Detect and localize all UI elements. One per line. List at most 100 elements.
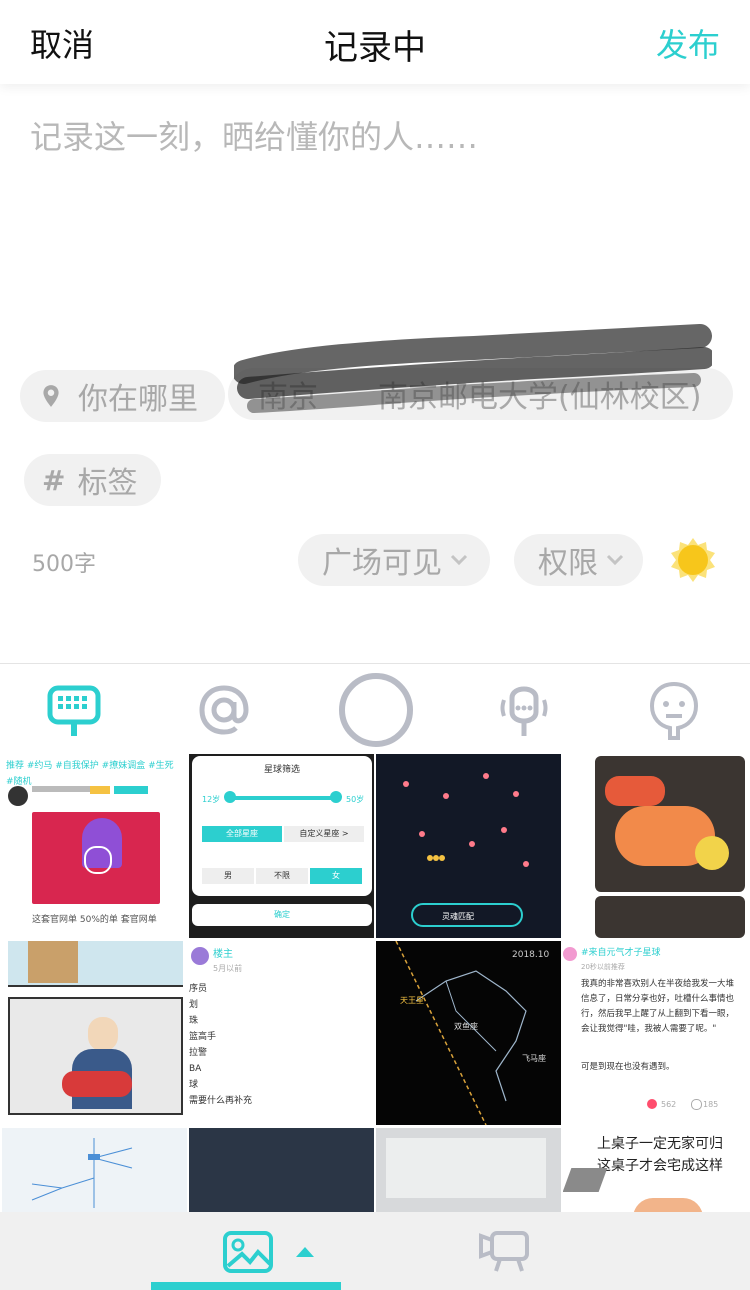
shrimp: [605, 776, 665, 806]
age-slider: [228, 796, 336, 800]
visibility-label: 广场可见: [322, 546, 442, 581]
publish-button[interactable]: 发布: [656, 20, 720, 66]
filter-dialog: 星球筛选 12岁 50岁 全部星座 自定义星座 > 男 不限 女: [192, 756, 372, 896]
post-text: 可是到现在也没有遇到。: [581, 1062, 675, 1072]
food-photo: [595, 756, 745, 892]
image-icon[interactable]: [222, 1230, 274, 1274]
gender-female: 女: [310, 868, 362, 884]
location-chip[interactable]: 你在哪里: [20, 370, 225, 422]
custom-signs: 自定义星座 >: [284, 826, 364, 842]
location-city: 南京: [258, 380, 318, 415]
chevron-down-icon: [606, 554, 624, 566]
emoji-tool[interactable]: [642, 678, 706, 742]
tag-label: 标签: [77, 466, 138, 501]
location-suggestion-chip[interactable]: 南京 南京邮电大学(仙林校区): [228, 368, 733, 420]
compose-textarea[interactable]: 记录这一刻，晒给懂你的人……: [30, 112, 720, 312]
badge: [114, 786, 148, 794]
voice-tool[interactable]: [492, 678, 556, 742]
location-label: 你在哪里: [78, 382, 198, 417]
keyboard-tool[interactable]: [42, 678, 106, 742]
star-label: 天王星: [400, 996, 424, 1005]
dialog-title: 星球筛选: [263, 765, 300, 775]
screen-photo: [386, 1138, 546, 1198]
tag-chip[interactable]: # 标签: [24, 454, 161, 506]
post-line: 划: [189, 1000, 199, 1010]
slider-handle: [224, 791, 236, 803]
permission-label: 权限: [538, 546, 598, 581]
circle-icon: [339, 673, 413, 747]
post-time: 20秒以前推荐: [581, 963, 625, 971]
badge: [90, 786, 110, 794]
post-line: 需要什么再补充: [189, 1096, 253, 1106]
header-bar: 取消 记录中 发布: [0, 0, 750, 84]
photo-gallery: 推荐 #约马 #自我保护 #撩妹调盒 #生死 #随机 这套官网单 50%的单 套…: [0, 753, 750, 1213]
post-text: 我真的非常喜欢别人在半夜给我发一大堆信息了，日常分享也好，吐槽什么事情也行，然后…: [581, 979, 735, 1034]
photo-thumb[interactable]: 楼主 5月以前 序员 划 珠 篮高手 拉警 BA 球 需要什么再补充: [189, 941, 374, 1125]
photo-thumb[interactable]: [2, 941, 187, 1125]
input-toolbar: [0, 663, 750, 754]
post-line: BA: [189, 1064, 202, 1074]
active-tab-indicator: [151, 1282, 341, 1290]
confirm-button: 确定: [192, 904, 372, 926]
caret-up-icon[interactable]: [295, 1246, 315, 1258]
word-count: 500字: [32, 552, 96, 577]
microphone-icon: [500, 686, 548, 736]
post-line: 拉警: [189, 1048, 208, 1058]
age-max: 50岁: [346, 795, 365, 804]
all-signs: 全部星座: [202, 826, 282, 842]
comic-panel: [8, 941, 183, 987]
play-icon: [84, 846, 112, 874]
comment-count: 185: [703, 1100, 719, 1109]
face-icon: [649, 681, 699, 740]
post-line: 珠: [189, 1016, 199, 1026]
gender-male: 男: [202, 868, 254, 884]
like-count: 562: [661, 1100, 677, 1109]
table-drawing: [563, 1168, 608, 1192]
photo-date: 2018.10: [512, 950, 550, 960]
match-button: 灵魂匹配: [442, 912, 474, 921]
comic-face: [88, 1017, 118, 1051]
photo-thumb[interactable]: 2018.10 天王星 双鱼座 飞马座: [376, 941, 561, 1125]
keyboard-icon: [47, 685, 101, 736]
comic-panel: [8, 997, 183, 1115]
star-label: 飞马座: [522, 1054, 546, 1063]
lemon: [695, 836, 729, 870]
photo-thumb[interactable]: [563, 754, 748, 938]
comic-figure: [28, 941, 78, 983]
heart-icon: [647, 1099, 657, 1109]
gender-any: 不限: [256, 868, 308, 884]
visibility-dropdown[interactable]: 广场可见: [298, 534, 490, 586]
meme-text: 上桌子一定无家可归: [597, 1136, 723, 1152]
slider-handle: [330, 791, 342, 803]
photo-thumb[interactable]: 灵魂匹配: [376, 754, 561, 938]
video-card: [32, 812, 160, 904]
avatar: [563, 947, 577, 961]
location-pin-icon: [43, 385, 59, 407]
photo-thumb[interactable]: 上桌子一定无家可归 这桌子才会宅成这样: [563, 1128, 748, 1213]
at-icon: [199, 685, 249, 735]
permission-dropdown[interactable]: 权限: [514, 534, 643, 586]
chevron-down-icon: [450, 554, 468, 566]
page-title: 记录中: [324, 28, 426, 68]
photo-thumb[interactable]: [376, 1128, 561, 1213]
record-tool[interactable]: [336, 670, 416, 750]
photo-thumb[interactable]: 星球筛选 12岁 50岁 全部星座 自定义星座 > 男 不限 女 确定: [189, 754, 374, 938]
comment-icon: [691, 1099, 702, 1110]
location-campus: 南京邮电大学(仙林校区): [378, 380, 702, 415]
photo-thumb[interactable]: [2, 1128, 187, 1213]
post-line: 篮高手: [189, 1032, 217, 1042]
photo-thumb[interactable]: 推荐 #约马 #自我保护 #撩妹调盒 #生死 #随机 这套官网单 50%的单 套…: [2, 754, 187, 938]
post-time: 5月以前: [213, 964, 243, 973]
photo-thumb[interactable]: [189, 1128, 374, 1213]
meme-text: 这桌子才会宅成这样: [597, 1158, 723, 1174]
mind-map: [31, 1138, 133, 1208]
sun-mood-icon[interactable]: [669, 536, 717, 584]
thumb-caption: 这套官网单 50%的单 套官网单: [32, 915, 157, 925]
avatar: [191, 947, 209, 965]
media-tabbar: [0, 1212, 750, 1290]
mention-tool[interactable]: [192, 678, 256, 742]
photo-thumb[interactable]: #来自元气才子星球 20秒以前推荐 我真的非常喜欢别人在半夜给我发一大堆信息了，…: [563, 941, 748, 1125]
star-label: 双鱼座: [454, 1022, 478, 1031]
video-icon[interactable]: [478, 1230, 530, 1274]
avatar: [8, 786, 28, 806]
